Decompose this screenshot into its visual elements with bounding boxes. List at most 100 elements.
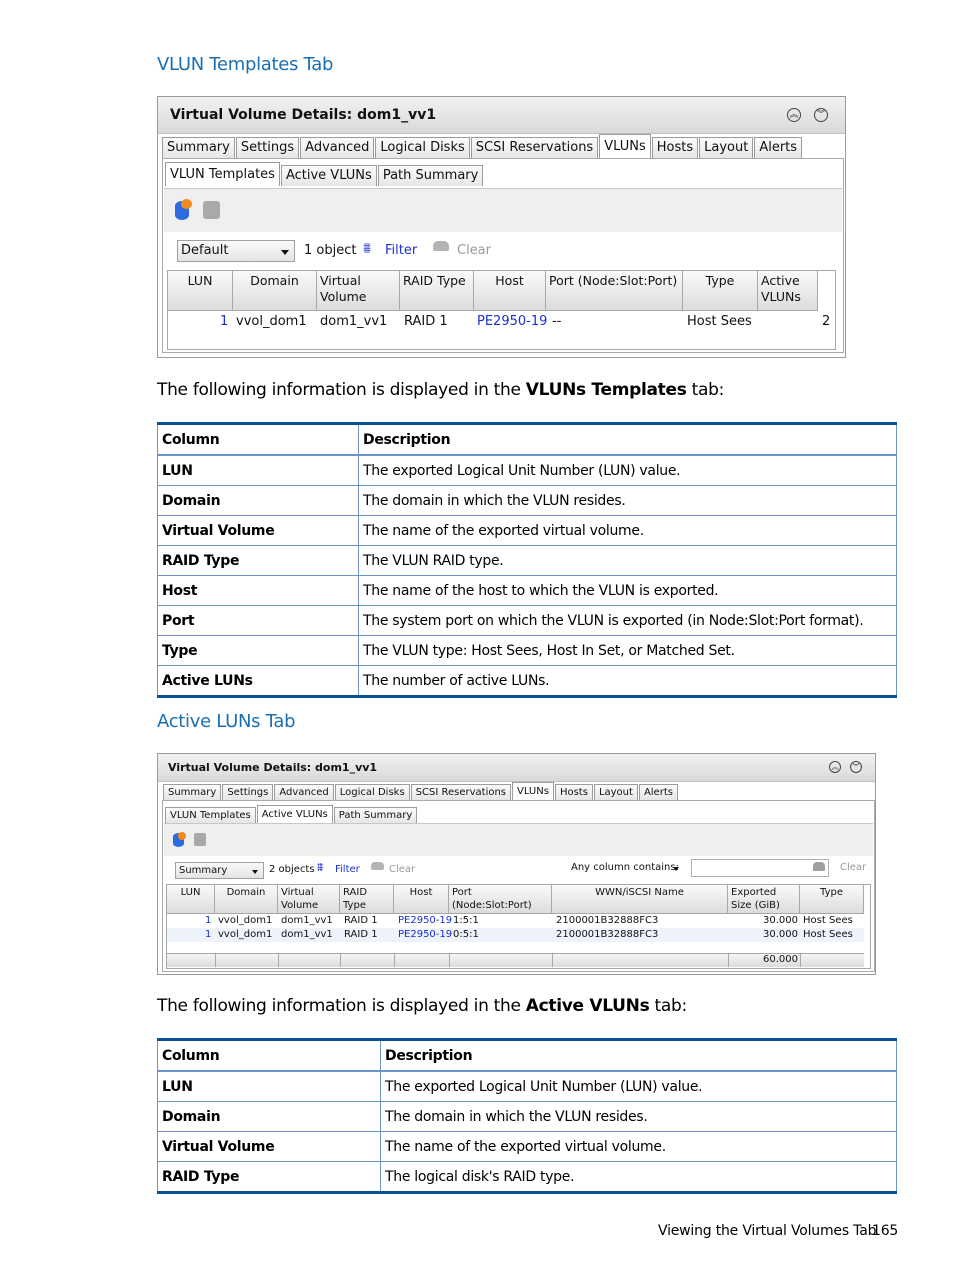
- cell-virtual-volume: dom1_vv1: [281, 915, 333, 926]
- row-description: The logical disk's RAID type.: [380, 1161, 897, 1193]
- row-column-name: Virtual Volume: [157, 515, 359, 546]
- intro-bold: Active VLUNs: [525, 996, 650, 1016]
- table-row[interactable]: 1 vvol_dom1 dom1_vv1 RAID 1 PE2950-19 0:…: [167, 928, 864, 942]
- col-header-virtual-volume[interactable]: Virtual Volume: [278, 885, 340, 914]
- search-input[interactable]: [691, 859, 829, 877]
- row-column-name: Domain: [157, 1101, 381, 1132]
- cell-host-link[interactable]: PE2950-19: [398, 929, 452, 940]
- remove-vlun-icon[interactable]: [194, 833, 206, 846]
- active-vluns-columns-table: Column Description LUN The exported Logic…: [157, 1038, 897, 1194]
- col-header-type[interactable]: Type: [800, 885, 864, 914]
- tab-logical-disks[interactable]: Logical Disks: [334, 784, 410, 800]
- col-header-raid-type[interactable]: RAID Type: [340, 885, 394, 914]
- tab-layout[interactable]: Layout: [699, 137, 754, 158]
- row-description: The name of the host to which the VLUN i…: [358, 575, 897, 606]
- row-description: The VLUN RAID type.: [358, 545, 897, 576]
- remove-vlun-icon[interactable]: [203, 201, 220, 219]
- col-header-type[interactable]: Type: [683, 271, 758, 311]
- main-tabs: Summary Settings Advanced Logical Disks …: [163, 782, 679, 800]
- col-header-raid-type[interactable]: RAID Type: [400, 271, 474, 311]
- view-select[interactable]: Default: [177, 240, 295, 262]
- tab-hosts[interactable]: Hosts: [554, 784, 593, 800]
- subtab-path-summary[interactable]: Path Summary: [377, 165, 484, 186]
- tab-summary[interactable]: Summary: [163, 784, 222, 800]
- table-row: LUN The exported Logical Unit Number (LUN…: [157, 1070, 897, 1102]
- col-header-domain[interactable]: Domain: [215, 885, 278, 914]
- tab-logical-disks[interactable]: Logical Disks: [375, 137, 470, 158]
- tab-scsi-reservations[interactable]: SCSI Reservations: [470, 137, 599, 158]
- vlun-templates-screenshot: Virtual Volume Details: dom1_vv1 ︽ ︾ Sum…: [157, 96, 846, 358]
- filter-button[interactable]: Filter: [385, 243, 417, 258]
- table-row[interactable]: 1 vvol_dom1 dom1_vv1 RAID 1 PE2950-19 --…: [168, 311, 835, 333]
- tab-vluns[interactable]: VLUNs: [512, 782, 554, 800]
- table-row: Virtual Volume The name of the exported v…: [157, 1131, 897, 1162]
- col-header-exported-size[interactable]: Exported Size (GiB): [728, 885, 800, 914]
- vluns-content: VLUN Templates Active VLUNs Path Summary…: [162, 800, 875, 972]
- row-column-name: LUN: [157, 454, 359, 486]
- section-heading-vlun-templates: VLUN Templates Tab: [157, 54, 334, 75]
- subtab-vlun-templates[interactable]: VLUN Templates: [165, 162, 280, 186]
- cell-port: 0:5:1: [453, 929, 479, 940]
- tab-alerts[interactable]: Alerts: [754, 137, 803, 158]
- col-header-wwn[interactable]: WWN/iSCSI Name: [552, 885, 728, 914]
- section-heading-active-luns: Active LUNs Tab: [157, 711, 296, 732]
- cell-type: Host Sees: [803, 929, 853, 940]
- tab-advanced[interactable]: Advanced: [300, 137, 375, 158]
- row-description: The name of the exported virtual volume.: [358, 515, 897, 546]
- expand-down-icon[interactable]: ︾: [814, 108, 828, 122]
- expand-down-icon[interactable]: ︾: [850, 761, 862, 773]
- view-select[interactable]: Summary: [175, 862, 264, 879]
- tab-summary[interactable]: Summary: [162, 137, 235, 158]
- search-scope-label[interactable]: Any column contains:: [571, 862, 679, 873]
- col-header-virtual-volume[interactable]: Virtual Volume: [317, 271, 400, 311]
- tab-settings[interactable]: Settings: [235, 137, 300, 158]
- row-description: The domain in which the VLUN resides.: [380, 1101, 897, 1132]
- tab-advanced[interactable]: Advanced: [274, 784, 334, 800]
- cell-host-link[interactable]: PE2950-19: [398, 915, 452, 926]
- table-row[interactable]: 1 vvol_dom1 dom1_vv1 RAID 1 PE2950-19 1:…: [167, 914, 864, 928]
- col-header-port[interactable]: Port (Node:Slot:Port): [546, 271, 683, 311]
- table-row: Virtual Volume The name of the exported v…: [157, 515, 897, 546]
- col-header-host[interactable]: Host: [474, 271, 546, 311]
- filter-button[interactable]: Filter: [335, 864, 360, 875]
- tab-hosts[interactable]: Hosts: [651, 137, 699, 158]
- intro-text: The following information is displayed i…: [157, 996, 526, 1016]
- row-description: The exported Logical Unit Number (LUN) v…: [358, 454, 897, 486]
- col-header-lun[interactable]: LUN: [168, 271, 233, 311]
- subtab-active-vluns[interactable]: Active VLUNs: [280, 165, 377, 186]
- subtab-active-vluns[interactable]: Active VLUNs: [256, 805, 333, 823]
- clear-filter-button[interactable]: Clear: [457, 243, 491, 258]
- cell-domain: vvol_dom1: [236, 314, 307, 329]
- cell-raid-type: RAID 1: [404, 314, 448, 329]
- row-column-name: Port: [157, 605, 359, 636]
- clear-filter-icon: [433, 241, 449, 251]
- tab-scsi-reservations[interactable]: SCSI Reservations: [410, 784, 512, 800]
- active-vluns-screenshot: Virtual Volume Details: dom1_vv1 ︽ ︾ Sum…: [157, 753, 876, 975]
- filter-icon[interactable]: ⩩: [317, 860, 323, 875]
- tab-layout[interactable]: Layout: [593, 784, 638, 800]
- panel-title-bar: Virtual Volume Details: dom1_vv1 ︽ ︾: [158, 754, 875, 782]
- cell-virtual-volume: dom1_vv1: [281, 929, 333, 940]
- row-description: The name of the exported virtual volume.: [380, 1131, 897, 1162]
- cell-host-link[interactable]: PE2950-19: [477, 314, 547, 329]
- clear-filter-button[interactable]: Clear: [389, 864, 415, 875]
- col-header-lun[interactable]: LUN: [167, 885, 215, 914]
- panel-title-bar: Virtual Volume Details: dom1_vv1 ︽ ︾: [158, 97, 845, 134]
- subtab-path-summary[interactable]: Path Summary: [333, 807, 418, 823]
- collapse-up-icon[interactable]: ︽: [787, 108, 801, 122]
- search-scope-chevron-icon[interactable]: [673, 867, 679, 871]
- collapse-up-icon[interactable]: ︽: [829, 761, 841, 773]
- search-clear-icon: [813, 862, 825, 871]
- object-count: 1 object: [304, 243, 357, 258]
- tab-vluns[interactable]: VLUNs: [599, 134, 651, 158]
- col-header-domain[interactable]: Domain: [233, 271, 317, 311]
- tab-settings[interactable]: Settings: [222, 784, 274, 800]
- col-header-host[interactable]: Host: [394, 885, 449, 914]
- col-header-active-vluns[interactable]: Active VLUNs: [758, 271, 818, 311]
- tab-alerts[interactable]: Alerts: [638, 784, 678, 800]
- col-header-port[interactable]: Port (Node:Slot:Port): [449, 885, 552, 914]
- cell-virtual-volume: dom1_vv1: [320, 314, 388, 329]
- subtab-vlun-templates[interactable]: VLUN Templates: [165, 807, 256, 823]
- search-clear-button[interactable]: Clear: [840, 862, 866, 873]
- filter-icon[interactable]: ⩩: [363, 239, 371, 257]
